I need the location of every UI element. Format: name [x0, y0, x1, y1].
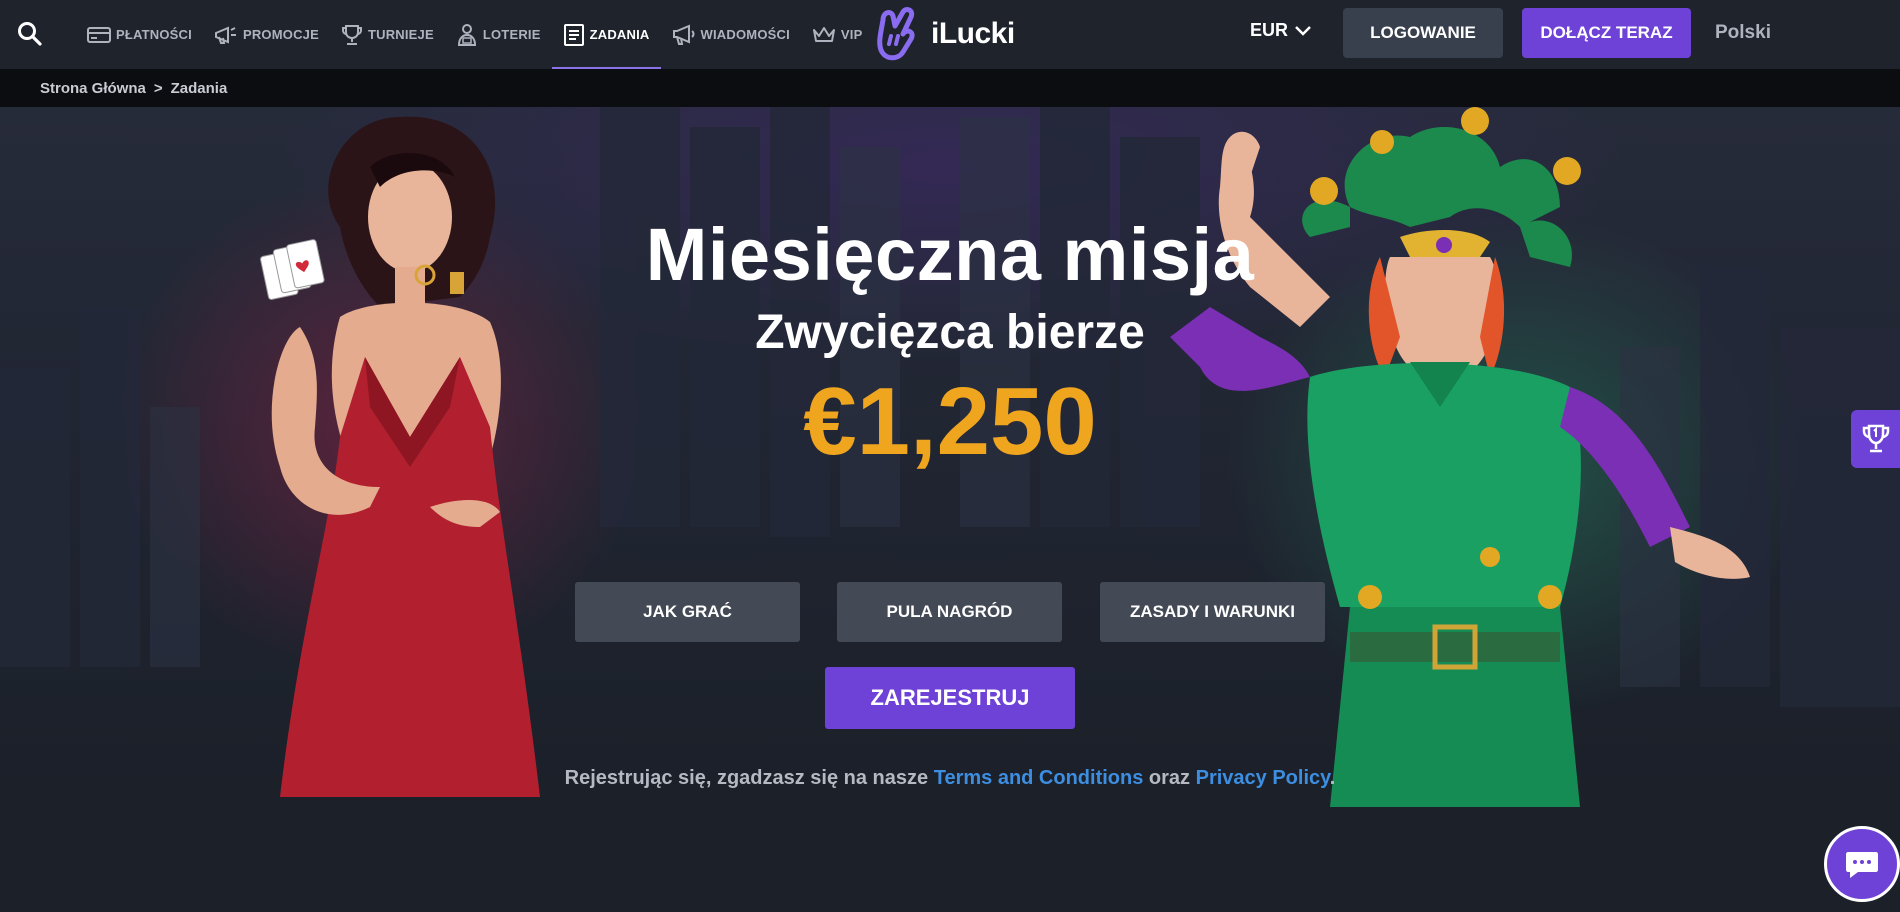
currency-label: EUR	[1250, 20, 1289, 40]
hero-title: Miesięczna misja	[645, 213, 1255, 296]
trophy-icon	[1862, 424, 1889, 453]
prize-pool-button[interactable]: PULA NAGRÓD	[837, 582, 1062, 642]
live-chat-button[interactable]	[1824, 826, 1900, 902]
breadcrumb-current: Zadania	[170, 79, 228, 97]
crown-icon	[812, 26, 835, 42]
hero-banner: Miesięczna misja Zwycięzca bierze €1,250…	[0, 107, 1900, 912]
nav-item-tournaments[interactable]: TURNIEJE	[330, 0, 445, 69]
nav-item-payments[interactable]: PŁATNOŚCI	[76, 0, 203, 69]
nav-label: TURNIEJE	[367, 27, 434, 42]
login-button[interactable]: LOGOWANIE	[1343, 8, 1503, 58]
breadcrumb: Strona Główna > Zadania	[0, 69, 1900, 107]
terms-suffix: .	[1329, 767, 1336, 789]
logo-text: iLucki	[931, 17, 1015, 50]
nav-item-promotions[interactable]: PROMOCJE	[203, 0, 330, 69]
nav-item-lotteries[interactable]: LOTERIE	[445, 0, 552, 69]
privacy-policy-link[interactable]: Privacy Policy	[1196, 767, 1330, 789]
nav-label: VIP	[840, 27, 863, 42]
megaphone-icon	[214, 26, 236, 44]
main-nav: PŁATNOŚCI PROMOCJE TURNIEJE LOTERIE ZADA…	[76, 0, 873, 69]
currency-selector[interactable]: EUR	[1250, 20, 1311, 41]
side-tournament-tab[interactable]	[1851, 410, 1900, 468]
breadcrumb-home-link[interactable]: Strona Główna	[40, 80, 146, 97]
card-icon	[87, 26, 111, 43]
terms-and-word: oraz	[1148, 767, 1191, 789]
nav-item-tasks[interactable]: ZADANIA	[551, 0, 661, 69]
site-logo[interactable]: iLucki	[873, 6, 1015, 62]
nav-item-vip[interactable]: VIP	[801, 0, 874, 69]
top-navigation-bar: PŁATNOŚCI PROMOCJE TURNIEJE LOTERIE ZADA…	[0, 0, 1900, 69]
register-button[interactable]: ZAREJESTRUJ	[825, 667, 1075, 729]
language-selector[interactable]: Polski	[1715, 22, 1771, 44]
terms-and-conditions-link[interactable]: Terms and Conditions	[934, 767, 1144, 789]
terms-prefix: Rejestrując się, zgadzasz się na nasze	[564, 767, 929, 789]
terms-conditions-button[interactable]: ZASADY I WARUNKI	[1100, 582, 1325, 642]
task-list-icon	[563, 23, 584, 46]
nav-label: ZADANIA	[589, 27, 650, 42]
search-button[interactable]	[16, 20, 44, 48]
nav-label: PROMOCJE	[242, 27, 319, 42]
registration-terms-notice: Rejestrując się, zgadzasz się na nasze T…	[0, 767, 1900, 790]
join-now-button[interactable]: DOŁĄCZ TERAZ	[1522, 8, 1691, 58]
nav-label: WIADOMOŚCI	[700, 27, 790, 42]
breadcrumb-separator: >	[153, 79, 163, 97]
logo-hand-icon	[877, 7, 915, 61]
nav-item-messages[interactable]: WIADOMOŚCI	[661, 0, 801, 69]
hero-subtitle: Zwycięzca bierze	[755, 306, 1145, 359]
chevron-down-icon	[1295, 25, 1311, 36]
search-icon	[18, 22, 42, 46]
nav-label: LOTERIE	[482, 27, 541, 42]
nav-label: PŁATNOŚCI	[116, 27, 192, 42]
ticket-person-icon	[457, 23, 476, 46]
trophy-icon	[341, 24, 362, 45]
how-to-play-button[interactable]: JAK GRAĆ	[575, 582, 800, 642]
announcement-icon	[672, 24, 695, 45]
prize-amount: €1,250	[803, 368, 1097, 475]
chat-bubble-icon	[1846, 852, 1878, 878]
